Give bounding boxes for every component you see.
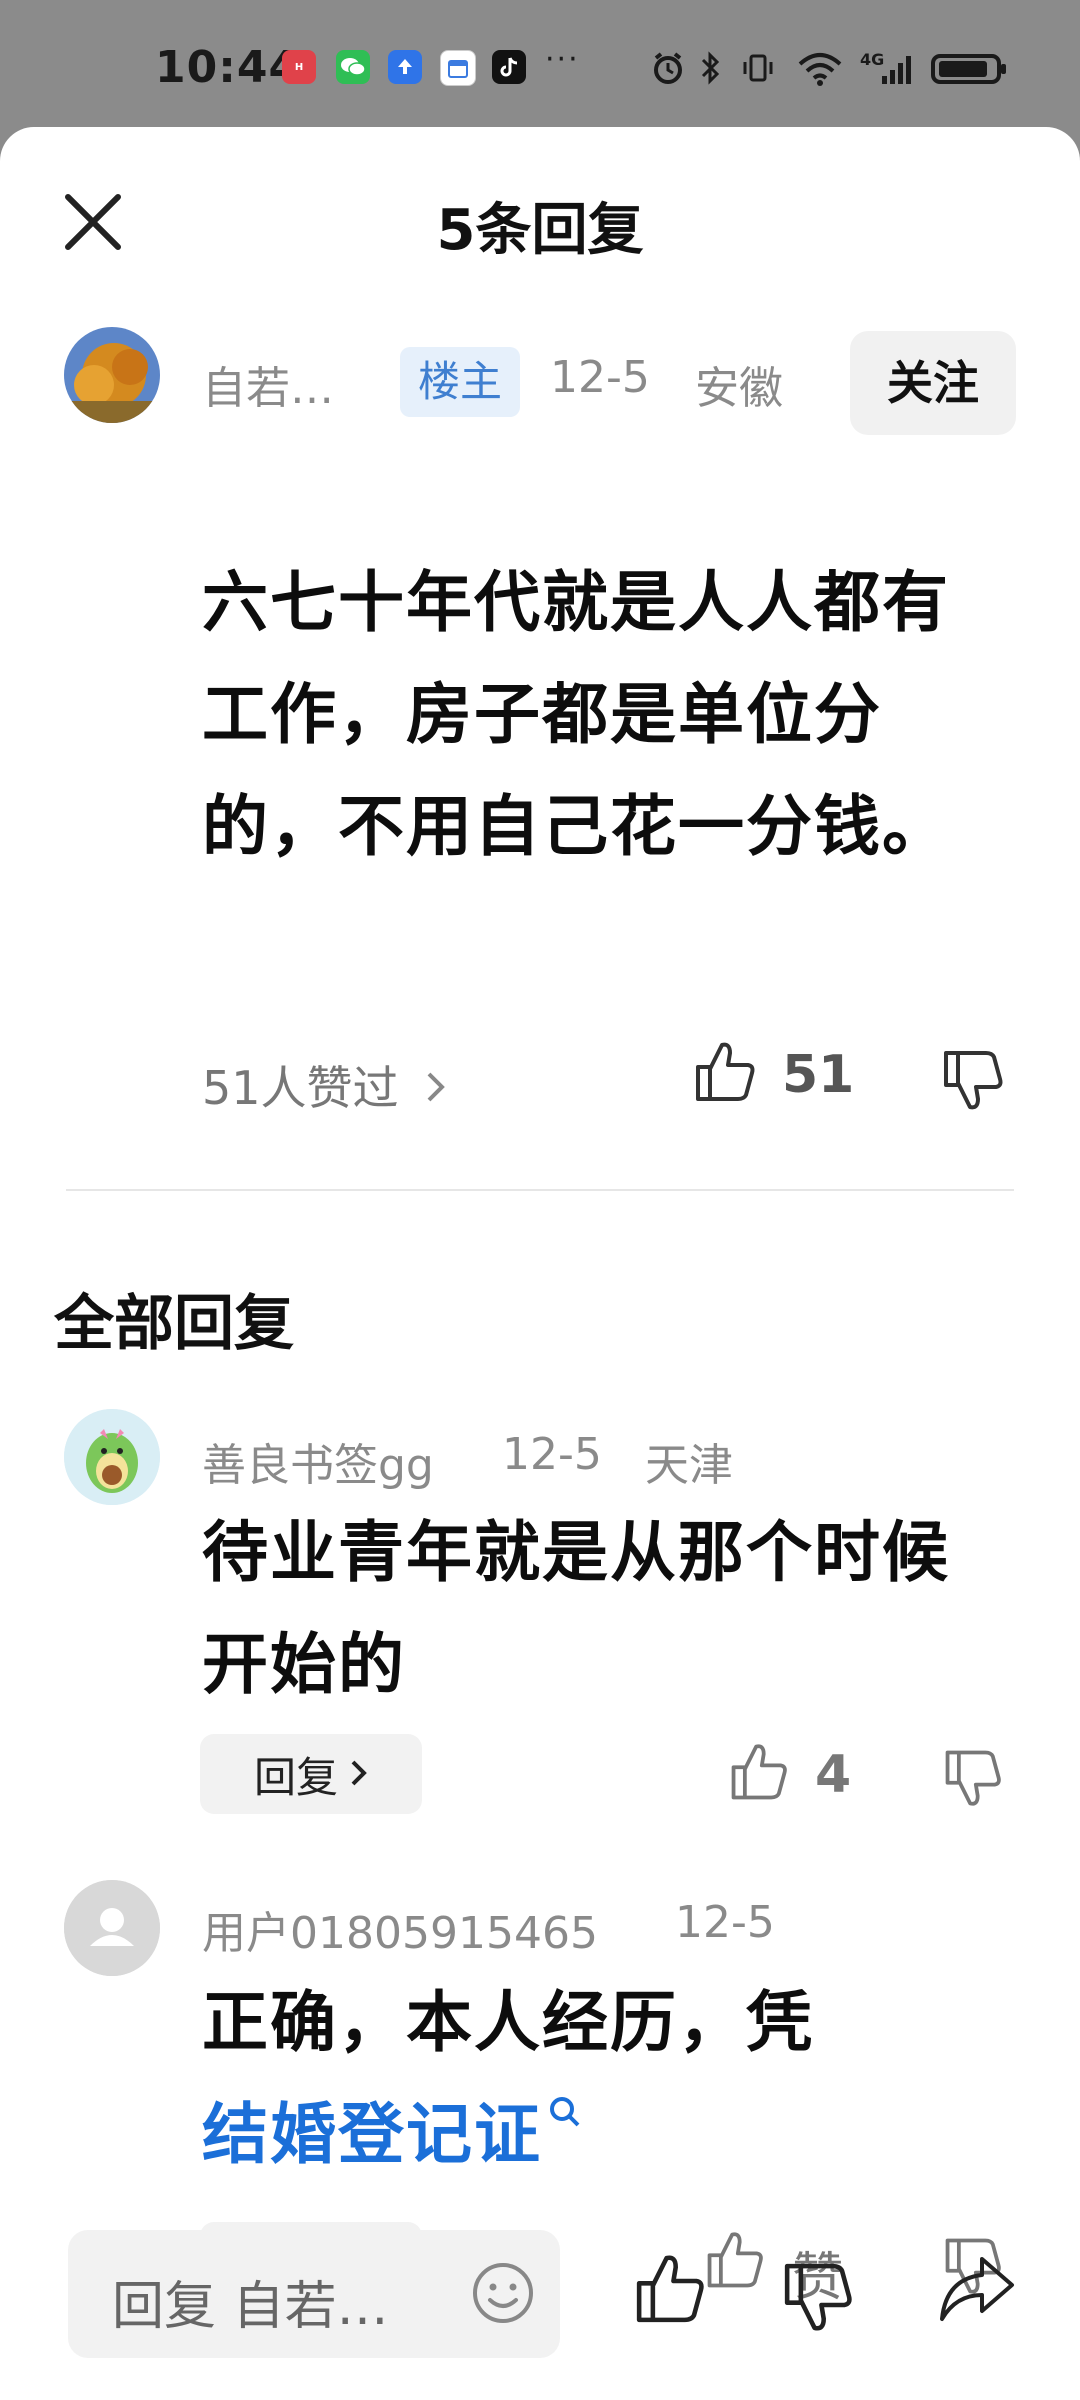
author-name[interactable]: 自若…	[202, 352, 334, 416]
thumb-up-icon[interactable]	[726, 1739, 792, 1805]
section-title: 全部回复	[54, 1289, 294, 1359]
avatar[interactable]	[64, 327, 160, 423]
avatar[interactable]	[64, 1880, 160, 1976]
likers-link[interactable]: 51人赞过	[202, 1052, 447, 1118]
battery-icon	[931, 54, 1006, 84]
op-badge: 楼主	[400, 347, 520, 417]
bluetooth-icon	[701, 51, 720, 85]
emoji-icon[interactable]	[470, 2260, 536, 2326]
status-bar: 10:44 H ··· 4G	[0, 0, 1080, 135]
reply-text: 待业青年就是从那个时候开始的	[202, 1514, 950, 1703]
alarm-icon	[654, 52, 682, 84]
comment-date: 12-5	[675, 1897, 775, 1948]
thumb-down-icon[interactable]	[778, 2257, 858, 2337]
divider	[66, 1189, 1014, 1191]
author-name[interactable]: 善良书签gg	[202, 1429, 434, 1493]
reply-button-label: 回复	[253, 1752, 338, 1802]
reply-text: 正确，本人经历，凭 结婚登记证	[202, 1967, 1022, 2191]
huawei-app-icon: H	[282, 50, 316, 84]
share-icon[interactable]	[934, 2249, 1020, 2329]
comment-location: 安徽	[695, 363, 783, 414]
thumb-up-icon[interactable]	[690, 1037, 760, 1107]
chevron-right-icon	[425, 1061, 447, 1115]
wifi-icon	[798, 53, 842, 86]
search-icon	[550, 2097, 580, 2127]
calendar-app-icon	[440, 50, 476, 86]
reply-button[interactable]: 回复	[200, 1734, 422, 1814]
signal-icon	[882, 56, 911, 84]
main-comment-text: 六七十年代就是人人都有工作，房子都是单位分的，不用自己花一分钱。	[202, 564, 950, 865]
follow-button[interactable]: 关注	[850, 331, 1016, 435]
tiktok-icon	[492, 50, 526, 84]
like-count: 51	[782, 1045, 855, 1105]
author-name[interactable]: 用户01805915465	[202, 1897, 598, 1961]
avatar[interactable]	[64, 1409, 160, 1505]
vibrate-icon	[743, 54, 773, 82]
upload-app-icon	[388, 50, 422, 84]
thumb-down-icon[interactable]	[938, 1045, 1008, 1115]
thumb-up-icon[interactable]	[702, 2227, 768, 2293]
reply-text-prefix: 正确，本人经历，凭	[202, 1984, 814, 2061]
status-time: 10:44	[155, 42, 301, 93]
comment-date: 12-5	[550, 352, 650, 403]
comment-date: 12-5	[502, 1429, 602, 1480]
chevron-right-icon	[350, 1752, 368, 1796]
thumb-down-icon[interactable]	[940, 1745, 1006, 1811]
search-link[interactable]: 结婚登记证	[202, 2096, 586, 2173]
comment-location: 天津	[645, 1440, 733, 1491]
wechat-icon	[336, 50, 370, 84]
page-title: 5条回复	[436, 198, 644, 263]
replies-sheet: 5条回复 自若… 楼主 12-5 安徽 关注 六七十年代就是人人都有工作，房子都…	[0, 127, 1080, 2400]
likers-label: 51人赞过	[202, 1061, 399, 1115]
reply-input[interactable]: 回复 自若…	[68, 2230, 560, 2358]
thumb-up-icon[interactable]	[630, 2249, 710, 2329]
more-notifications: ···	[545, 42, 580, 77]
reply-input-placeholder: 回复 自若…	[112, 2277, 389, 2337]
search-link-label: 结婚登记证	[202, 2096, 542, 2173]
like-count: 4	[815, 1745, 852, 1805]
